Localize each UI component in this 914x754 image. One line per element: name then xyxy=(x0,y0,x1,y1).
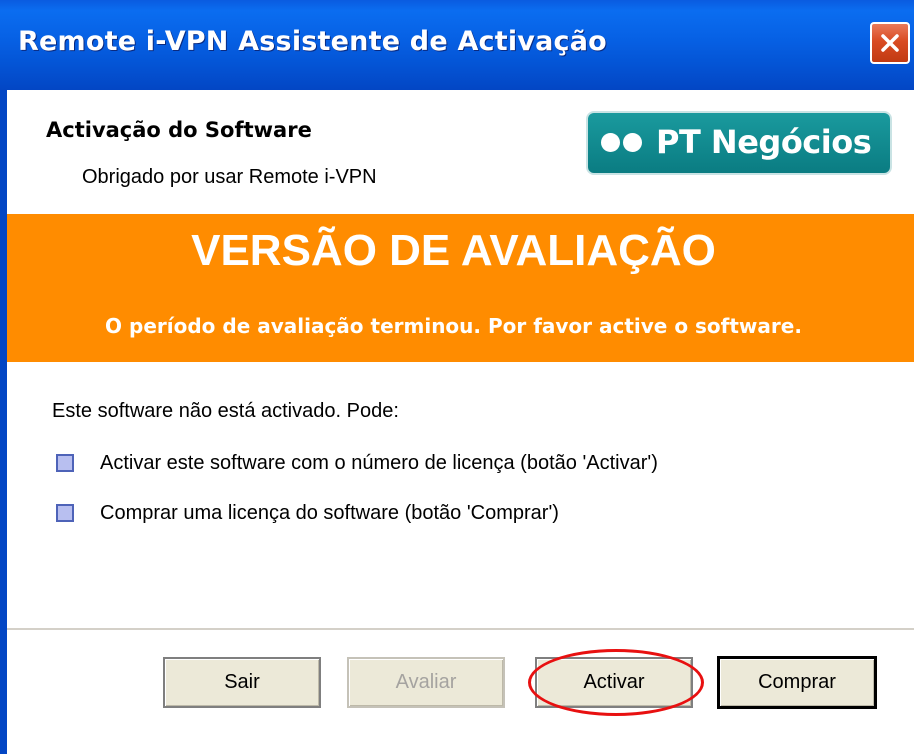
page-title: Activação do Software xyxy=(46,118,312,142)
comprar-button[interactable]: Comprar xyxy=(718,657,876,708)
option-label: Activar este software com o número de li… xyxy=(100,452,658,474)
close-button[interactable] xyxy=(870,22,910,64)
activation-wizard-window: Remote i-VPN Assistente de Activação Act… xyxy=(0,0,914,754)
title-bar[interactable]: Remote i-VPN Assistente de Activação xyxy=(0,0,914,90)
window-frame-left xyxy=(0,90,7,754)
pt-negocios-logo: PT Negócios xyxy=(586,111,892,175)
logo-text: PT Negócios xyxy=(656,123,872,161)
logo-dot-icon xyxy=(601,133,620,152)
sair-button[interactable]: Sair xyxy=(163,657,321,708)
bullet-square-icon xyxy=(56,454,74,472)
logo-dot-icon xyxy=(623,133,642,152)
window-title: Remote i-VPN Assistente de Activação xyxy=(18,26,607,57)
button-divider xyxy=(7,628,914,631)
banner-message: O período de avaliação terminou. Por fav… xyxy=(105,314,802,338)
intro-text: Este software não está activado. Pode: xyxy=(52,400,399,422)
banner-title: VERSÃO DE AVALIAÇÃO xyxy=(191,226,716,275)
option-label: Comprar uma licença do software (botão '… xyxy=(100,502,559,524)
bullet-square-icon xyxy=(56,504,74,522)
avaliar-button[interactable]: Avaliar xyxy=(347,657,505,708)
page-subtitle: Obrigado por usar Remote i-VPN xyxy=(82,166,377,188)
activar-highlight-circle xyxy=(528,649,704,716)
